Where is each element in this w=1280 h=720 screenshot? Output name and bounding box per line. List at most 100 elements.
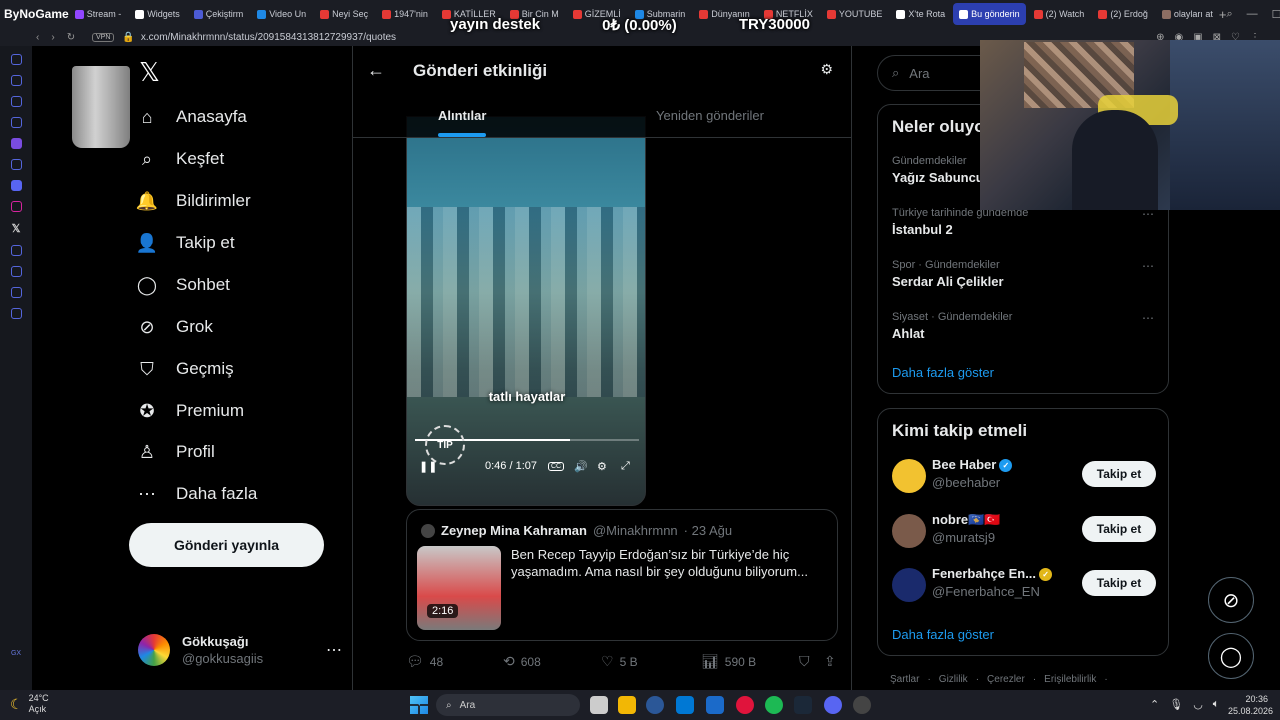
aria-icon[interactable]	[10, 54, 22, 65]
follow-suggestion[interactable]: Bee Haber ✓ @beehaber Takip et	[892, 455, 1156, 495]
steam-icon[interactable]	[794, 696, 812, 714]
more-dots-icon[interactable]: ⋯	[1142, 311, 1154, 325]
nav-item-anasayfa[interactable]: ⌂ Anasayfa	[136, 106, 247, 128]
discord-icon[interactable]	[824, 696, 842, 714]
browser-tab[interactable]: Bu gönderin	[953, 3, 1026, 25]
volume-icon[interactable]: 🔊	[574, 460, 588, 473]
more-dots-icon[interactable]: ⋯	[326, 640, 342, 660]
wallet-icon[interactable]	[10, 96, 22, 107]
nav-item-sohbet[interactable]: ◯ Sohbet	[136, 274, 230, 296]
browser-tab[interactable]: Video Un	[251, 3, 312, 25]
gear-icon[interactable]: ⚙	[597, 460, 607, 473]
more-dots-icon[interactable]: ⋯	[1142, 259, 1154, 273]
browser-tab[interactable]: Widgets	[129, 3, 186, 25]
follow-suggestion[interactable]: nobre🇽🇰🇹🇷 @muratsj9 Takip et	[892, 510, 1156, 550]
tab-reposts[interactable]: Yeniden gönderiler	[656, 108, 764, 123]
browser-tab[interactable]: Stream -	[69, 3, 128, 25]
new-tab-button[interactable]: +	[1219, 7, 1227, 22]
gx-corner-icon[interactable]: GX	[11, 650, 21, 657]
file-explorer-icon[interactable]	[618, 696, 636, 714]
app-icon[interactable]	[646, 696, 664, 714]
x-sidebar-icon[interactable]: 𝕏	[12, 222, 21, 235]
network-icon[interactable]: ◡	[1193, 698, 1203, 711]
browser-tab[interactable]: Çekiştirm	[188, 3, 250, 25]
captions-button[interactable]: CC	[548, 461, 565, 471]
filter-icon[interactable]: ⚙	[820, 61, 833, 78]
trends-show-more[interactable]: Daha fazla göster	[892, 365, 994, 380]
taskbar-search[interactable]: ⌕ Ara	[436, 694, 580, 716]
reload-icon[interactable]: ↻	[67, 32, 75, 43]
tab-quotes[interactable]: Alıntılar	[438, 108, 487, 137]
nav-item-geçmiş[interactable]: ⛉ Geçmiş	[136, 358, 233, 380]
bookmark-button[interactable]: ⛉	[799, 653, 810, 670]
minimize-icon[interactable]: —	[1247, 8, 1258, 21]
video-player[interactable]: tatlı hayatlar TİP ❚❚ 0:46 / 1:07 CC 🔊 ⚙…	[406, 116, 646, 506]
browser-tab[interactable]: YOUTUBE	[821, 3, 889, 25]
lock-icon[interactable]: 🔒	[122, 32, 134, 43]
footer-link[interactable]: Çerezler	[987, 674, 1025, 685]
share-button[interactable]: ⇪	[824, 653, 836, 670]
vpn-badge[interactable]: VPN	[92, 32, 115, 42]
opera-gx-icon[interactable]	[736, 696, 754, 714]
twitch-icon[interactable]	[10, 138, 22, 149]
like-button[interactable]: ♡ 5 B	[601, 653, 638, 670]
browser-tab[interactable]: Neyi Seç	[314, 3, 374, 25]
shopping-icon[interactable]	[10, 75, 22, 86]
forward-arrow-icon[interactable]: ›	[51, 32, 54, 43]
speaker-icon[interactable]: 🔈︎	[1213, 698, 1220, 711]
nav-item-profil[interactable]: ♙ Profil	[136, 441, 215, 463]
footer-link[interactable]: Şartlar	[890, 674, 919, 685]
views-button[interactable]: 📊︎ 590 B	[701, 653, 756, 670]
pause-icon[interactable]: ❚❚	[419, 460, 437, 473]
follow-show-more[interactable]: Daha fazla göster	[892, 627, 994, 642]
messenger-icon[interactable]	[10, 117, 22, 128]
follow-button[interactable]: Takip et	[1082, 461, 1156, 487]
maximize-icon[interactable]: ☐	[1272, 8, 1280, 21]
follow-suggestion[interactable]: Fenerbahçe En... ✓ @Fenerbahce_EN Takip et	[892, 564, 1156, 604]
repost-button[interactable]: ⟲ 608	[503, 653, 541, 670]
browser-tab[interactable]: X'te Rota	[890, 3, 951, 25]
history-icon[interactable]	[10, 266, 22, 277]
nav-item-premium[interactable]: ✪ Premium	[136, 400, 244, 422]
store-icon[interactable]	[706, 696, 724, 714]
follow-button[interactable]: Takip et	[1082, 516, 1156, 542]
player-icon[interactable]	[10, 245, 22, 256]
windows-start-icon[interactable]	[410, 696, 428, 714]
footer-link[interactable]: Erişilebilirlik	[1044, 674, 1096, 685]
footer-link[interactable]: Gizlilik	[939, 674, 968, 685]
trend-item[interactable]: Siyaset · Gündemdekiler Ahlat ⋯	[892, 311, 1154, 341]
back-arrow-icon[interactable]: ‹	[36, 32, 39, 43]
messages-fab[interactable]: ◯	[1208, 633, 1254, 679]
url-field[interactable]: x.com/Minakhrmnn/status/2091584313812729…	[141, 32, 396, 43]
discord-icon[interactable]	[10, 180, 22, 191]
instagram-icon[interactable]	[10, 201, 22, 212]
trend-item[interactable]: Türkiye tarihinde gündemde İstanbul 2 ⋯	[892, 207, 1154, 237]
weather-widget[interactable]: ☾ 24°C Açık	[10, 693, 49, 715]
extensions-sidebar-icon[interactable]	[10, 287, 22, 298]
tool-icon[interactable]	[10, 159, 22, 170]
chevron-up-icon[interactable]: ⌃	[1150, 698, 1159, 711]
fullscreen-icon[interactable]: ⤢	[621, 460, 630, 473]
quoted-post[interactable]: Zeynep Mina Kahraman @Minakhrmnn · 23 Ağ…	[406, 509, 838, 641]
clock[interactable]: 20:36 25.08.2026	[1228, 693, 1273, 717]
nav-item-takip-et[interactable]: 👤 Takip et	[136, 232, 235, 254]
account-switcher[interactable]: Gökkuşağı @gokkusagiis ⋯	[138, 632, 342, 668]
mail-icon[interactable]	[676, 696, 694, 714]
quote-author-name[interactable]: Zeynep Mina Kahraman	[441, 523, 587, 538]
nav-item-bildirimler[interactable]: 🔔 Bildirimler	[136, 190, 251, 212]
task-view-icon[interactable]	[590, 696, 608, 714]
reply-button[interactable]: 💬︎ 48	[406, 653, 443, 670]
x-logo-icon[interactable]: 𝕏	[139, 58, 160, 88]
settings-icon[interactable]	[10, 308, 22, 319]
follow-button[interactable]: Takip et	[1082, 570, 1156, 596]
trend-item[interactable]: Spor · Gündemdekiler Serdar Ali Çelikler ⋯	[892, 259, 1154, 289]
back-arrow-icon[interactable]: ←	[367, 60, 385, 81]
opera-logo[interactable]: ByNoGame	[0, 0, 69, 28]
nav-item-keşfet[interactable]: ⌕ Keşfet	[136, 148, 224, 170]
nav-item-daha-fazla[interactable]: ⋯ Daha fazla	[136, 483, 257, 505]
nav-item-grok[interactable]: ⊘ Grok	[136, 316, 212, 338]
spotify-icon[interactable]	[765, 696, 783, 714]
browser-tab[interactable]: (2) Erdoğ	[1092, 3, 1154, 25]
browser-tab[interactable]: olayları at	[1156, 3, 1219, 25]
post-button[interactable]: Gönderi yayınla	[129, 523, 324, 567]
